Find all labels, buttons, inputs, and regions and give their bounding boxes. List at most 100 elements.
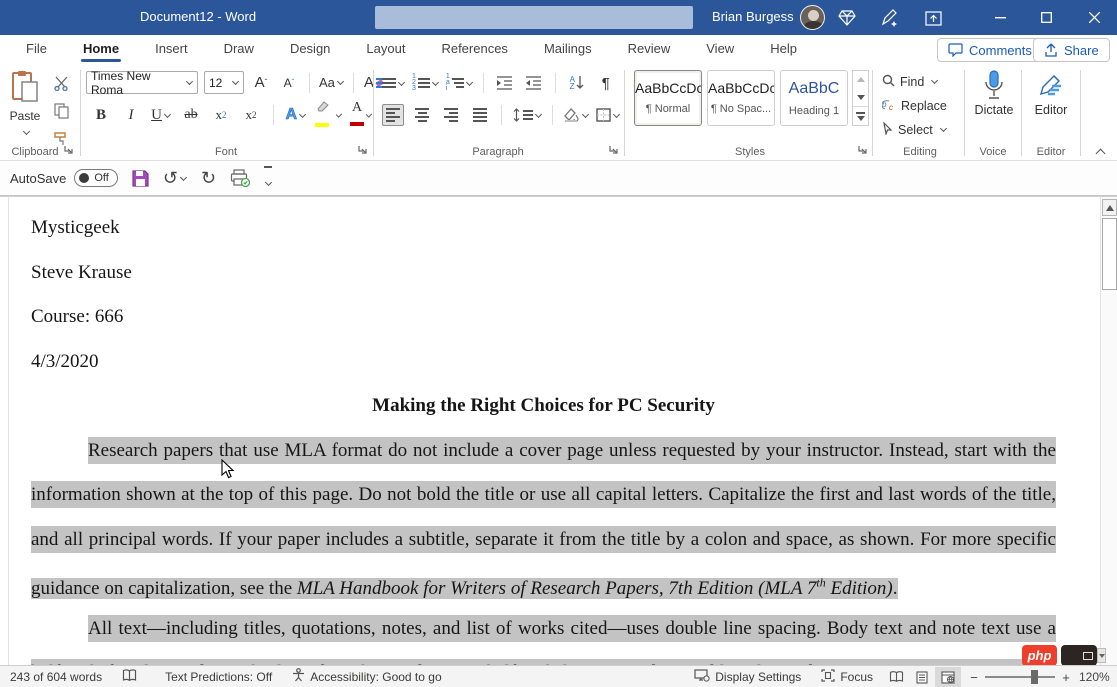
display-settings-button[interactable]: Display Settings [684, 666, 811, 687]
bullets-button[interactable] [382, 72, 405, 94]
italic-button[interactable]: I [120, 104, 142, 126]
paragraph-dialog-launcher[interactable] [609, 145, 621, 157]
zoom-out-button[interactable]: − [969, 670, 979, 685]
style-normal[interactable]: AaBbCcDc ¶ Normal [634, 70, 702, 126]
align-right-button[interactable] [440, 104, 462, 126]
zoom-slider[interactable] [985, 676, 1055, 678]
minimize-button[interactable] [978, 0, 1022, 35]
replace-button[interactable]: bc Replace [882, 94, 947, 117]
align-center-button[interactable] [411, 104, 433, 126]
tab-help[interactable]: Help [752, 35, 815, 64]
web-layout-button[interactable] [935, 667, 961, 687]
share-button[interactable]: Share [1033, 38, 1110, 62]
tab-design[interactable]: Design [272, 35, 348, 64]
tab-insert[interactable]: Insert [137, 35, 206, 64]
group-separator [964, 70, 965, 156]
quick-print-button[interactable] [230, 169, 250, 187]
word-count[interactable]: 243 of 604 words [0, 666, 112, 687]
scrollbar-thumb[interactable] [1102, 218, 1117, 290]
styles-dialog-launcher[interactable] [858, 145, 870, 157]
borders-button[interactable] [596, 104, 620, 126]
increase-indent-button[interactable] [523, 72, 545, 94]
quick-access-toolbar: AutoSave Off ↺ ↻ [0, 161, 1117, 196]
tab-review[interactable]: Review [610, 35, 689, 64]
pen-sparkle-icon[interactable] [878, 7, 900, 29]
document-canvas[interactable]: MysticgeekSteve KrauseCourse: 6664/3/202… [0, 196, 1117, 665]
overlay-dropdown[interactable] [1097, 648, 1106, 663]
underline-button[interactable]: U [150, 104, 172, 126]
zoom-level[interactable]: 120% [1079, 670, 1113, 684]
text-effects-button[interactable]: A [285, 104, 307, 126]
proofing-status[interactable] [112, 666, 147, 687]
text-predictions-status[interactable]: Text Predictions: Off [155, 666, 282, 687]
tab-draw[interactable]: Draw [206, 35, 272, 64]
customize-qat-button[interactable] [264, 166, 272, 190]
pilcrow-button[interactable]: ¶ [595, 72, 617, 94]
highlight-color-button[interactable] [315, 104, 342, 126]
collapse-ribbon-button[interactable] [1091, 144, 1109, 158]
shading-button[interactable] [563, 104, 589, 126]
subscript-button[interactable]: x2 [210, 104, 232, 126]
sort-button[interactable]: AZ [566, 72, 588, 94]
ribbon-display-options-icon[interactable] [922, 7, 944, 29]
tab-home[interactable]: Home [65, 35, 137, 64]
styles-scroll-up-button[interactable] [853, 71, 868, 89]
line-spacing-button[interactable] [512, 104, 542, 126]
grow-font-button[interactable]: Aˆ [250, 72, 272, 94]
clipboard-dialog-launcher[interactable] [64, 145, 76, 157]
numbering-button[interactable]: 123 [412, 72, 439, 94]
cut-button[interactable] [50, 72, 72, 94]
font-dialog-launcher[interactable] [358, 145, 370, 157]
tab-mailings[interactable]: Mailings [526, 35, 610, 64]
maximize-button[interactable] [1024, 0, 1068, 35]
superscript-button[interactable]: x2 [240, 104, 262, 126]
focus-button[interactable]: Focus [811, 666, 883, 687]
editor-group: Editor Editor [1023, 64, 1079, 161]
vertical-scrollbar[interactable] [1100, 197, 1117, 665]
zoom-in-button[interactable]: + [1061, 670, 1071, 685]
tab-references[interactable]: References [423, 35, 525, 64]
user-name[interactable]: Brian Burgess [712, 9, 794, 24]
align-left-button[interactable] [382, 104, 404, 126]
scroll-up-button[interactable] [1102, 199, 1117, 216]
find-button[interactable]: Find [882, 70, 947, 93]
styles-scroll-down-button[interactable] [853, 89, 868, 107]
premium-diamond-icon[interactable] [836, 7, 858, 29]
tab-layout[interactable]: Layout [348, 35, 423, 64]
change-case-button[interactable]: Aa [319, 72, 344, 94]
font-size-combo[interactable]: 12 [204, 71, 244, 94]
close-button[interactable] [1072, 0, 1116, 35]
decrease-indent-button[interactable] [494, 72, 516, 94]
strikethrough-button[interactable]: ab [180, 104, 202, 126]
font-name-value: Times New Roma [91, 69, 184, 97]
search-box[interactable] [375, 6, 693, 29]
style-no-spacing[interactable]: AaBbCcDc ¶ No Spac... [707, 70, 775, 126]
avatar[interactable] [800, 5, 825, 30]
dictate-button[interactable]: Dictate [966, 70, 1022, 117]
justify-button[interactable] [469, 104, 491, 126]
overlay-control[interactable] [1061, 645, 1097, 665]
bold-button[interactable]: B [90, 104, 112, 126]
read-mode-button[interactable] [883, 667, 909, 687]
paste-button[interactable]: Paste [4, 70, 46, 142]
tab-file[interactable]: File [8, 35, 65, 64]
copy-button[interactable] [50, 100, 72, 122]
multilevel-list-button[interactable]: 1ai [446, 72, 473, 94]
style-heading1[interactable]: AaBbC Heading 1 [780, 70, 848, 126]
comments-button[interactable]: Comments [937, 38, 1043, 62]
redo-button[interactable]: ↻ [201, 170, 216, 186]
accessibility-status[interactable]: Accessibility: Good to go [282, 666, 451, 687]
undo-button[interactable]: ↺ [163, 170, 187, 186]
select-button[interactable]: Select [882, 118, 947, 141]
print-layout-button[interactable] [909, 667, 935, 687]
save-button[interactable] [132, 170, 149, 187]
shrink-font-button[interactable]: Aˇ [278, 72, 300, 94]
zoom-slider-thumb[interactable] [1031, 670, 1038, 684]
voice-group: Dictate Voice [966, 64, 1020, 161]
styles-more-button[interactable] [853, 106, 868, 125]
font-color-button[interactable]: A [350, 104, 372, 126]
autosave-toggle[interactable]: Off [74, 169, 117, 187]
editor-button[interactable]: Editor [1023, 70, 1079, 117]
font-name-combo[interactable]: Times New Roma [86, 71, 198, 94]
tab-view[interactable]: View [688, 35, 752, 64]
